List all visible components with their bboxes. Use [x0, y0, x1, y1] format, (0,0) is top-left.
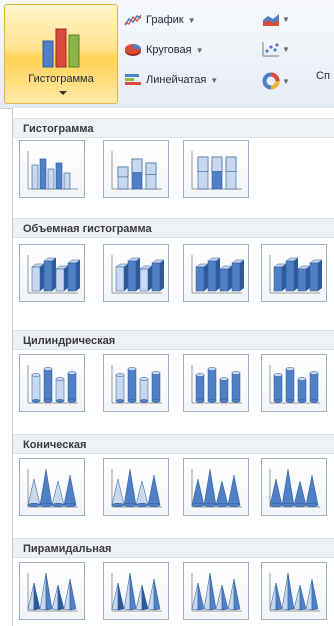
pyramid-chart-icon	[191, 572, 242, 612]
chart-tile-flat-column-2[interactable]	[103, 140, 169, 198]
chart-tile-cone-3[interactable]	[183, 458, 249, 516]
scatter-chart-button[interactable]: ▼	[262, 38, 292, 60]
histogram-button[interactable]: Гистограмма	[4, 4, 118, 104]
bar-button-label: Линейчатая	[146, 74, 207, 86]
section-title-3d-column: Объемная гистограмма	[13, 218, 334, 238]
chart-tile-cone-2[interactable]	[103, 458, 169, 516]
bar-chart-icon	[125, 74, 141, 85]
ribbon: Гистограмма График ▼ Круговая ▼ Линейчат…	[0, 0, 334, 109]
section-title-cylinder: Цилиндрическая	[13, 330, 334, 350]
section-title-cone: Коническая	[13, 434, 334, 454]
flat-column-chart-icon	[111, 151, 162, 190]
doughnut-chart-icon	[262, 72, 280, 90]
section-title-pyramid: Пирамидальная	[13, 538, 334, 558]
histogram-button-label: Гистограмма	[28, 73, 94, 85]
area-chart-button[interactable]: ▼	[262, 8, 292, 30]
section-title-flat-column: Гистограмма	[13, 118, 334, 138]
cylinder-chart-icon	[269, 365, 320, 404]
pie-button[interactable]: Круговая ▼	[124, 40, 204, 60]
3d-column-chart-icon	[111, 255, 165, 294]
chart-tile-pyramid-1[interactable]	[19, 562, 85, 620]
chevron-down-icon: ▼	[210, 75, 219, 85]
chart-tile-pyramid-3[interactable]	[183, 562, 249, 620]
column-chart-icon	[42, 28, 80, 68]
chart-tile-cone-4[interactable]	[261, 458, 327, 516]
pyramid-chart-icon	[111, 572, 162, 612]
graph-button-label: График	[146, 14, 184, 26]
chart-tile-cylinder-1[interactable]	[19, 354, 85, 412]
3d-column-chart-icon	[269, 255, 323, 294]
cone-chart-icon	[27, 468, 78, 508]
cylinder-chart-icon	[111, 365, 162, 404]
cylinder-chart-icon	[27, 365, 78, 404]
chart-tile-pyramid-2[interactable]	[103, 562, 169, 620]
chart-tile-pyramid-4[interactable]	[261, 562, 327, 620]
pie-button-label: Круговая	[146, 44, 192, 56]
3d-column-chart-icon	[27, 255, 81, 294]
graph-button[interactable]: График ▼	[124, 10, 196, 30]
chart-tile-cylinder-2[interactable]	[103, 354, 169, 412]
chevron-down-icon	[59, 91, 67, 95]
chart-tile-flat-column-3[interactable]	[183, 140, 249, 198]
bar-button[interactable]: Линейчатая ▼	[124, 70, 218, 90]
pie-chart-icon	[125, 44, 141, 56]
chevron-down-icon: ▼	[282, 44, 290, 54]
other-charts-button[interactable]: ▼	[262, 70, 292, 92]
pyramid-chart-icon	[27, 572, 78, 612]
chart-tile-cylinder-4[interactable]	[261, 354, 327, 412]
cone-chart-icon	[269, 468, 320, 508]
chart-tile-cylinder-3[interactable]	[183, 354, 249, 412]
chart-tile-3d-column-3[interactable]	[183, 244, 249, 302]
chevron-down-icon: ▼	[187, 15, 196, 25]
cylinder-chart-icon	[191, 365, 242, 404]
cone-chart-icon	[191, 468, 242, 508]
line-chart-icon	[124, 14, 142, 26]
scatter-chart-icon	[262, 42, 279, 57]
chevron-down-icon: ▼	[282, 14, 290, 24]
flat-column-chart-icon	[191, 151, 242, 190]
chart-tile-flat-column-1[interactable]	[19, 140, 85, 198]
pyramid-chart-icon	[269, 572, 320, 612]
chevron-down-icon: ▼	[195, 45, 204, 55]
chevron-down-icon: ▼	[282, 76, 290, 86]
chart-type-gallery: Гистограмма Объемная гистограмма Цилиндрич…	[12, 108, 334, 626]
chart-tile-3d-column-2[interactable]	[103, 244, 169, 302]
ribbon-cut-label: Сп	[316, 70, 330, 82]
cone-chart-icon	[111, 468, 162, 508]
flat-column-chart-icon	[27, 151, 78, 190]
chart-tile-3d-column-1[interactable]	[19, 244, 85, 302]
chart-tile-3d-column-4[interactable]	[261, 244, 327, 302]
3d-column-chart-icon	[191, 255, 245, 294]
chart-tile-cone-1[interactable]	[19, 458, 85, 516]
area-chart-icon	[263, 14, 279, 26]
